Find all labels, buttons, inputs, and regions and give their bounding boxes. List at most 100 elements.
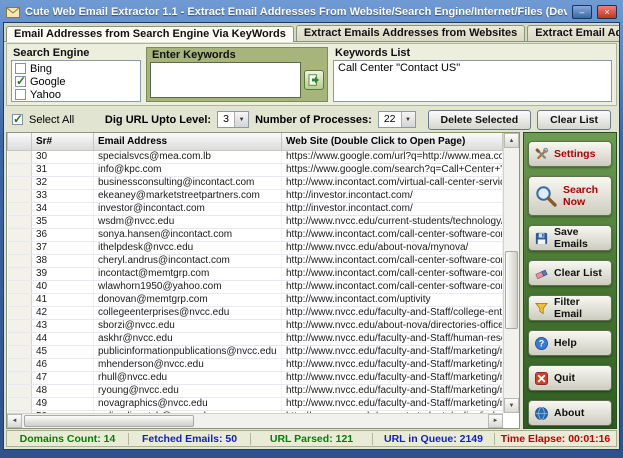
row-selector[interactable] xyxy=(8,163,32,176)
website-cell[interactable]: https://www.google.com/url?q=http://www.… xyxy=(282,150,503,163)
tab-websites[interactable]: Extract Emails Addresses from Websites xyxy=(296,25,525,41)
email-cell[interactable]: mhenderson@nvcc.edu xyxy=(94,358,282,371)
website-cell[interactable]: http://www.nvcc.edu/faculty-and-Staff/ma… xyxy=(282,384,503,397)
website-cell[interactable]: http://www.nvcc.edu/faculty-and-Staff/co… xyxy=(282,306,503,319)
website-cell[interactable]: http://www.nvcc.edu/faculty-and-Staff/ma… xyxy=(282,358,503,371)
select-all-checkbox[interactable] xyxy=(12,114,23,125)
email-cell[interactable]: investor@incontact.com xyxy=(94,202,282,215)
email-cell[interactable]: publicinformationpublications@nvcc.edu xyxy=(94,345,282,358)
table-row[interactable]: 40wlawhorn1950@yahoo.comhttp://www.incon… xyxy=(8,280,503,293)
sr-cell[interactable]: 32 xyxy=(32,176,94,189)
keywords-listbox[interactable]: Call Center "Contact US" xyxy=(333,60,612,102)
sr-cell[interactable]: 46 xyxy=(32,358,94,371)
row-selector[interactable] xyxy=(8,228,32,241)
row-selector[interactable] xyxy=(8,332,32,345)
row-selector[interactable] xyxy=(8,384,32,397)
email-cell[interactable]: ekeaney@marketstreetpartners.com xyxy=(94,189,282,202)
google-checkbox[interactable] xyxy=(15,76,26,87)
row-selector[interactable] xyxy=(8,371,32,384)
email-cell[interactable]: collegeenterprises@nvcc.edu xyxy=(94,306,282,319)
table-row[interactable]: 44askhr@nvcc.eduhttp://www.nvcc.edu/facu… xyxy=(8,332,503,345)
table-row[interactable]: 41donovan@memtgrp.comhttp://www.incontac… xyxy=(8,293,503,306)
row-selector[interactable] xyxy=(8,241,32,254)
website-cell[interactable]: http://www.incontact.com/call-center-sof… xyxy=(282,280,503,293)
chevron-down-icon[interactable]: ▼ xyxy=(234,112,248,127)
search-engine-option-yahoo[interactable]: Yahoo xyxy=(15,88,137,101)
row-selector[interactable] xyxy=(8,397,32,410)
table-row[interactable]: 43sborzi@nvcc.eduhttp://www.nvcc.edu/abo… xyxy=(8,319,503,332)
keyword-item[interactable]: Call Center "Contact US" xyxy=(338,62,607,74)
table-row[interactable]: 39incontact@memtgrp.comhttp://www.incont… xyxy=(8,267,503,280)
col-header-email[interactable]: Email Address xyxy=(94,133,282,150)
email-cell[interactable]: ithelpdesk@nvcc.edu xyxy=(94,241,282,254)
table-row[interactable]: 47rhull@nvcc.eduhttp://www.nvcc.edu/facu… xyxy=(8,371,503,384)
sr-cell[interactable]: 40 xyxy=(32,280,94,293)
email-cell[interactable]: rhull@nvcc.edu xyxy=(94,371,282,384)
row-selector[interactable] xyxy=(8,215,32,228)
website-cell[interactable]: http://www.nvcc.edu/faculty-and-Staff/ma… xyxy=(282,371,503,384)
website-cell[interactable]: http://investor.incontact.com/ xyxy=(282,202,503,215)
email-cell[interactable]: sborzi@nvcc.edu xyxy=(94,319,282,332)
search-engine-option-bing[interactable]: Bing xyxy=(15,62,137,75)
scroll-left-icon[interactable]: ◄ xyxy=(7,414,22,428)
email-cell[interactable]: wlawhorn1950@yahoo.com xyxy=(94,280,282,293)
website-cell[interactable]: https://www.google.com/search?q=Call+Cen… xyxy=(282,163,503,176)
table-row[interactable]: 45publicinformationpublications@nvcc.edu… xyxy=(8,345,503,358)
row-selector[interactable] xyxy=(8,306,32,319)
sr-cell[interactable]: 41 xyxy=(32,293,94,306)
sr-cell[interactable]: 42 xyxy=(32,306,94,319)
sr-cell[interactable]: 45 xyxy=(32,345,94,358)
table-row[interactable]: 30specialsvcs@mea.com.lbhttps://www.goog… xyxy=(8,150,503,163)
yahoo-checkbox[interactable] xyxy=(15,89,26,100)
sr-cell[interactable]: 37 xyxy=(32,241,94,254)
clear-list-side-button[interactable]: Clear List xyxy=(528,260,612,286)
vertical-scroll-thumb[interactable] xyxy=(505,251,518,329)
table-row[interactable]: 34investor@incontact.comhttp://investor.… xyxy=(8,202,503,215)
row-selector[interactable] xyxy=(8,293,32,306)
scroll-up-icon[interactable]: ▲ xyxy=(504,133,519,148)
table-row[interactable]: 49novagraphics@nvcc.eduhttp://www.nvcc.e… xyxy=(8,397,503,410)
website-cell[interactable]: http://www.nvcc.edu/current-students/tec… xyxy=(282,215,503,228)
sr-cell[interactable]: 39 xyxy=(32,267,94,280)
email-cell[interactable]: askhr@nvcc.edu xyxy=(94,332,282,345)
table-row[interactable]: 35wsdm@nvcc.eduhttp://www.nvcc.edu/curre… xyxy=(8,215,503,228)
website-cell[interactable]: http://www.incontact.com/uptivity xyxy=(282,293,503,306)
table-row[interactable]: 37ithelpdesk@nvcc.eduhttp://www.nvcc.edu… xyxy=(8,241,503,254)
sr-cell[interactable]: 48 xyxy=(32,384,94,397)
website-cell[interactable]: http://www.nvcc.edu/faculty-and-Staff/hu… xyxy=(282,332,503,345)
row-selector[interactable] xyxy=(8,176,32,189)
settings-button[interactable]: Settings xyxy=(528,141,612,167)
sr-cell[interactable]: 38 xyxy=(32,254,94,267)
email-cell[interactable]: wsdm@nvcc.edu xyxy=(94,215,282,228)
save-emails-button[interactable]: Save Emails xyxy=(528,225,612,251)
table-row[interactable]: 31info@kpc.comhttps://www.google.com/sea… xyxy=(8,163,503,176)
sr-cell[interactable]: 31 xyxy=(32,163,94,176)
row-selector[interactable] xyxy=(8,202,32,215)
horizontal-scrollbar[interactable]: ◄ ► xyxy=(7,413,503,428)
sr-cell[interactable]: 36 xyxy=(32,228,94,241)
row-selector[interactable] xyxy=(8,345,32,358)
sr-cell[interactable]: 49 xyxy=(32,397,94,410)
website-cell[interactable]: http://www.incontact.com/call-center-sof… xyxy=(282,267,503,280)
delete-selected-button[interactable]: Delete Selected xyxy=(428,110,532,130)
email-cell[interactable]: cheryl.andrus@incontact.com xyxy=(94,254,282,267)
email-cell[interactable]: businessconsulting@incontact.com xyxy=(94,176,282,189)
sr-cell[interactable]: 43 xyxy=(32,319,94,332)
row-selector[interactable] xyxy=(8,267,32,280)
row-selector[interactable] xyxy=(8,319,32,332)
about-button[interactable]: About xyxy=(528,400,612,426)
minimize-button[interactable]: – xyxy=(572,5,592,19)
help-button[interactable]: ? Help xyxy=(528,330,612,356)
table-row[interactable]: 38cheryl.andrus@incontact.comhttp://www.… xyxy=(8,254,503,267)
table-row[interactable]: 33ekeaney@marketstreetpartners.comhttp:/… xyxy=(8,189,503,202)
website-cell[interactable]: http://www.incontact.com/call-center-sof… xyxy=(282,228,503,241)
website-cell[interactable]: http://www.nvcc.edu/about-nova/directori… xyxy=(282,319,503,332)
horizontal-scroll-thumb[interactable] xyxy=(24,415,194,427)
chevron-down-icon[interactable]: ▼ xyxy=(401,112,415,127)
sr-cell[interactable]: 35 xyxy=(32,215,94,228)
tab-files[interactable]: Extract Email Addresses from Files xyxy=(527,25,620,41)
table-row[interactable]: 36sonya.hansen@incontact.comhttp://www.i… xyxy=(8,228,503,241)
close-button[interactable]: × xyxy=(597,5,617,19)
sr-cell[interactable]: 47 xyxy=(32,371,94,384)
scroll-right-icon[interactable]: ► xyxy=(488,414,503,428)
